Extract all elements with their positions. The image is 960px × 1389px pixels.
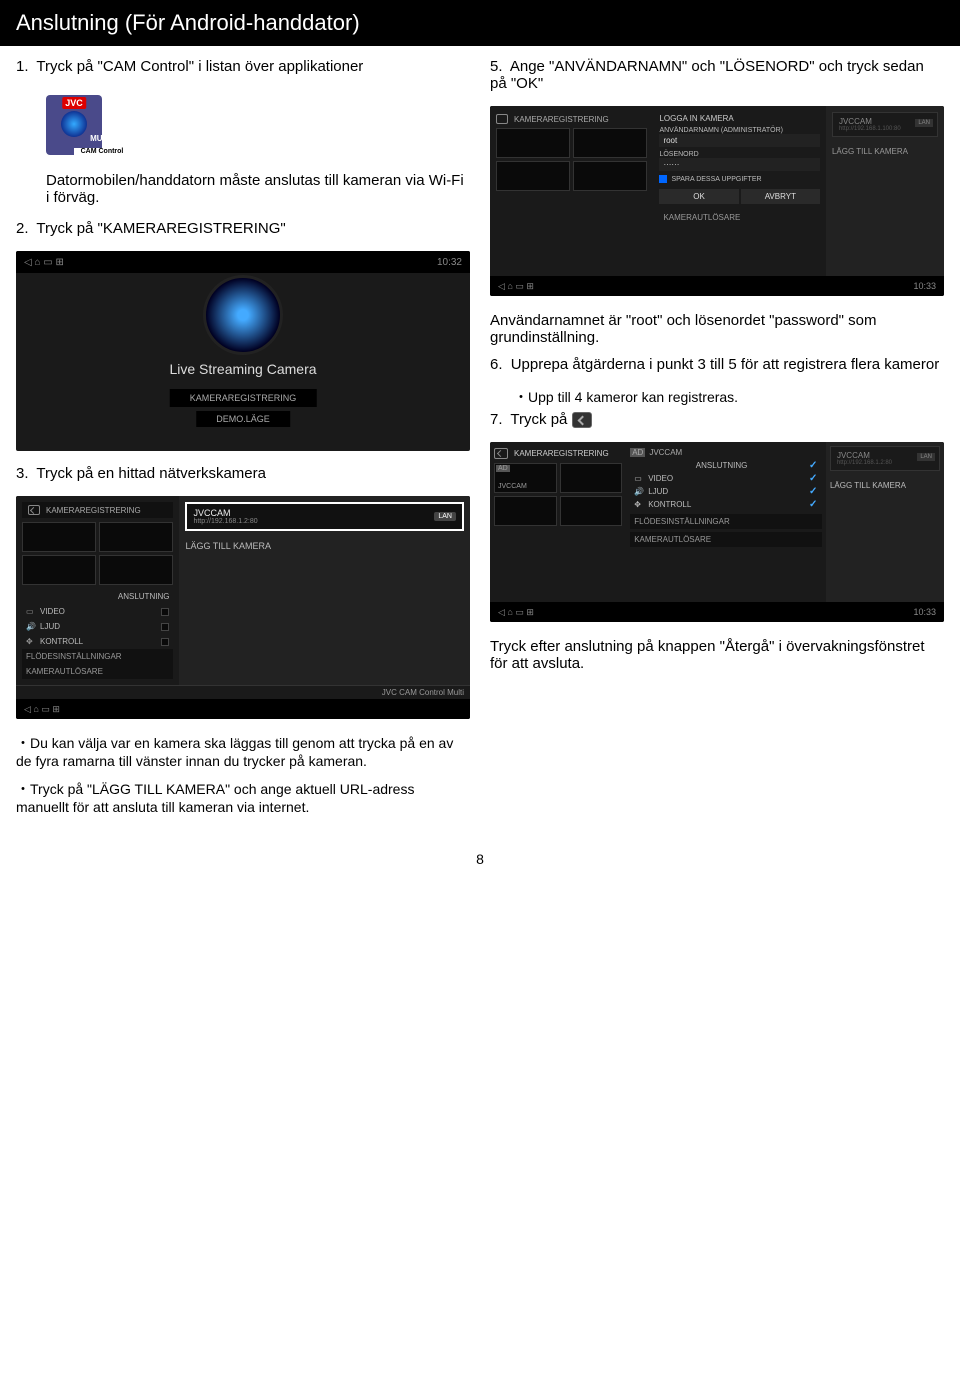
left-column: 1. Tryck på "CAM Control" i listan över … <box>16 58 470 819</box>
step-6-sub: ・Upp till 4 kameror kan registreras. <box>514 387 944 407</box>
username-input[interactable]: root <box>659 134 820 147</box>
lagg-till-kamera-button[interactable]: LÄGG TILL KAMERA <box>185 537 464 555</box>
avbryt-button[interactable]: AVBRYT <box>741 189 820 204</box>
flodes-row[interactable]: FLÖDESINSTÄLLNINGAR <box>22 649 173 664</box>
step-5-num: 5. <box>490 58 503 75</box>
found-camera-grayed: JVCCAM http://192.168.1.100:80 LAN <box>832 112 938 137</box>
step-3-num: 3. <box>16 465 29 482</box>
reg-header: KAMERAREGISTRERING <box>22 502 173 518</box>
lens-big-icon <box>203 275 283 355</box>
final-screenshot: KAMERAREGISTRERING ADJVCCAM ADJVCCAM ANS… <box>490 442 944 622</box>
video-row-2[interactable]: ▭VIDEO✓ <box>630 472 822 485</box>
kamutl-label: KAMERAUTLÖSARE <box>659 210 820 225</box>
registration-screenshot: KAMERAREGISTRERING ANSLUTNING ▭VIDEO 🔊LJ… <box>16 496 470 719</box>
camera-slot-1[interactable] <box>22 522 96 552</box>
kameraregistrering-button[interactable]: KAMERAREGISTRERING <box>170 389 317 407</box>
back-icon[interactable] <box>28 505 40 515</box>
step-2-num: 2. <box>16 220 29 237</box>
username-label: ANVÄNDARNAMN (ADMINISTRATÖR) <box>659 127 820 134</box>
password-label: LÖSENORD <box>659 151 820 158</box>
ok-button[interactable]: OK <box>659 189 738 204</box>
step-1: 1. Tryck på "CAM Control" i listan över … <box>16 58 470 75</box>
taskbar-label: JVC CAM Control Multi <box>16 685 470 699</box>
video-row[interactable]: ▭VIDEO <box>22 604 173 619</box>
step-2-text: Tryck på "KAMERAREGISTRERING" <box>36 220 285 237</box>
lagg-till-kamera-button-2[interactable]: LÄGG TILL KAMERA <box>832 143 938 160</box>
camera-slot-4c[interactable] <box>560 496 623 526</box>
flodes-row-2[interactable]: FLÖDESINSTÄLLNINGAR <box>630 514 822 529</box>
kontroll-row[interactable]: ✥KONTROLL <box>22 634 173 649</box>
page-header: Anslutning (För Android-handdator) <box>0 0 960 46</box>
live-title: Live Streaming Camera <box>16 361 470 377</box>
back-icon-3[interactable] <box>494 448 508 459</box>
login-dialog-title: LOGGA IN KAMERA <box>659 112 820 127</box>
checkbox-icon <box>659 175 667 183</box>
camera-slot-3[interactable] <box>22 555 96 585</box>
android-nav-bar-4: ◁ ⌂ ▭ ⊞ 10:33 <box>490 602 944 622</box>
step-3-text: Tryck på en hittad nätverkskamera <box>36 465 266 482</box>
multi-label: MULTI <box>74 134 130 143</box>
step-1-text: Tryck på "CAM Control" i listan över app… <box>36 58 363 75</box>
jvc-badge: JVC <box>62 97 86 109</box>
save-checkbox[interactable]: SPARA DESSA UPPGIFTER <box>659 175 820 183</box>
camera-slot-4[interactable] <box>99 555 173 585</box>
live-streaming-screenshot: Live Streaming Camera KAMERAREGISTRERING… <box>16 251 470 451</box>
cam-control-label: CAM Control <box>74 148 130 155</box>
back-icon-2[interactable] <box>496 114 508 124</box>
lan-badge: LAN <box>434 512 456 521</box>
kamutl-row[interactable]: KAMERAUTLÖSARE <box>22 664 173 679</box>
android-nav-bar: ◁ ⌂ ▭ ⊞ 10:32 <box>16 251 470 273</box>
demo-lage-button[interactable]: DEMO.LÄGE <box>196 411 290 427</box>
back-icon-inline <box>572 412 592 428</box>
camera-slot-1c[interactable]: ADJVCCAM <box>494 463 557 493</box>
camera-slot-2b[interactable] <box>573 128 647 158</box>
step-3: 3. Tryck på en hittad nätverkskamera <box>16 465 470 482</box>
android-nav-bar-3: ◁ ⌂ ▭ ⊞ 10:33 <box>490 276 944 296</box>
camera-slot-4b[interactable] <box>573 161 647 191</box>
bullet-note-1: ・Du kan välja var en kamera ska läggas t… <box>16 733 470 769</box>
camera-slot-3c[interactable] <box>494 496 557 526</box>
page-number: 8 <box>0 831 960 887</box>
kamutl-row-2[interactable]: KAMERAUTLÖSARE <box>630 532 822 547</box>
final-note: Tryck efter anslutning på knappen "Återg… <box>490 638 944 672</box>
camera-slot-3b[interactable] <box>496 161 570 191</box>
camera-slot-1b[interactable] <box>496 128 570 158</box>
kontroll-row-2[interactable]: ✥KONTROLL✓ <box>630 498 822 511</box>
right-column: 5. Ange "ANVÄNDARNAMN" och "LÖSENORD" oc… <box>490 58 944 819</box>
found-camera-final[interactable]: JVCCAM http://192.168.1.2:80 LAN <box>830 446 940 471</box>
step-5: 5. Ange "ANVÄNDARNAMN" och "LÖSENORD" oc… <box>490 58 944 92</box>
bullet-note-2: ・Tryck på "LÄGG TILL KAMERA" och ange ak… <box>16 779 470 815</box>
camera-slot-2c[interactable] <box>560 463 623 493</box>
step-7: 7. Tryck på <box>490 411 944 428</box>
ljud-row-2[interactable]: 🔊LJUD✓ <box>630 485 822 498</box>
anslutning-row-2: ANSLUTNING✓ <box>630 459 822 472</box>
step-2: 2. Tryck på "KAMERAREGISTRERING" <box>16 220 470 237</box>
anslutning-row: ANSLUTNING <box>22 589 173 604</box>
root-password-note: Användarnamnet är "root" och lösenordet … <box>490 312 944 346</box>
nav-icons: ◁ ⌂ ▭ ⊞ <box>24 257 64 268</box>
step-5-text: Ange "ANVÄNDARNAMN" och "LÖSENORD" och t… <box>490 58 924 92</box>
step-1-num: 1. <box>16 58 29 75</box>
final-header: KAMERAREGISTRERING <box>494 446 622 463</box>
camera-slot-2[interactable] <box>99 522 173 552</box>
login-screenshot: KAMERAREGISTRERING LOGGA IN KAMERA ANVÄN… <box>490 106 944 296</box>
clock: 10:32 <box>437 257 462 268</box>
step-6: 6. Upprepa åtgärderna i punkt 3 till 5 f… <box>490 356 944 373</box>
password-input[interactable]: ······ <box>659 158 820 171</box>
ljud-row[interactable]: 🔊LJUD <box>22 619 173 634</box>
android-nav-bar-2: ◁ ⌂ ▭ ⊞ <box>16 699 470 719</box>
found-camera-item[interactable]: JVCCAM http://192.168.1.2:80 LAN <box>185 502 464 531</box>
wifi-note: Datormobilen/handdatorn måste anslutas t… <box>46 172 470 206</box>
lagg-till-kamera-button-3[interactable]: LÄGG TILL KAMERA <box>830 477 940 494</box>
cam-control-app-icon[interactable]: JVC MULTI CAM Control <box>46 95 102 155</box>
